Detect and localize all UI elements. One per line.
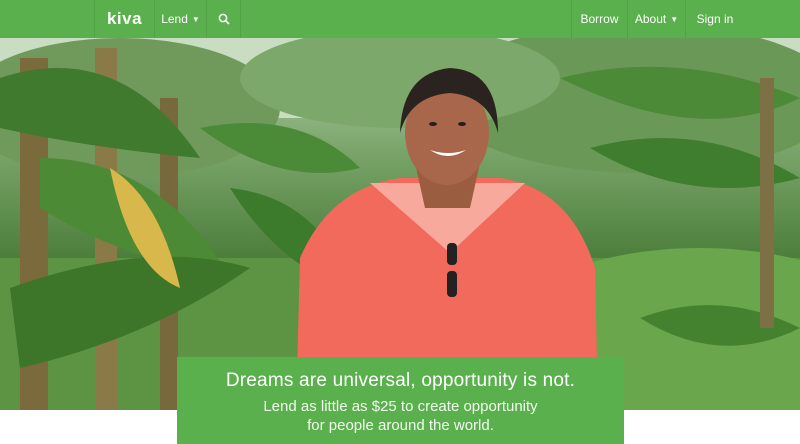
nav-right-gap (744, 0, 800, 38)
chevron-down-icon: ▼ (191, 14, 200, 24)
top-navigation: kiva Lend ▼ Borrow About ▼ Sign in (0, 0, 800, 38)
hero-banner (0, 38, 800, 410)
nav-spacer (241, 0, 572, 38)
borrow-link[interactable]: Borrow (572, 0, 628, 38)
hero-subline-1: Lend as little as $25 to create opportun… (263, 398, 538, 415)
about-label: About (634, 12, 667, 26)
hero-photo (0, 38, 800, 410)
kiva-logo[interactable]: kiva (95, 0, 155, 38)
hero-caption: Dreams are universal, opportunity is not… (177, 357, 624, 444)
lend-menu[interactable]: Lend ▼ (155, 0, 207, 38)
hero-headline: Dreams are universal, opportunity is not… (225, 370, 576, 391)
about-menu[interactable]: About ▼ (628, 0, 686, 38)
nav-left-gap (0, 0, 95, 38)
search-button[interactable] (207, 0, 241, 38)
sign-in-link[interactable]: Sign in (686, 0, 744, 38)
lend-label: Lend (161, 12, 188, 26)
hero-subline-2: for people around the world. (307, 417, 494, 434)
search-icon (218, 13, 230, 25)
chevron-down-icon: ▼ (670, 14, 679, 24)
